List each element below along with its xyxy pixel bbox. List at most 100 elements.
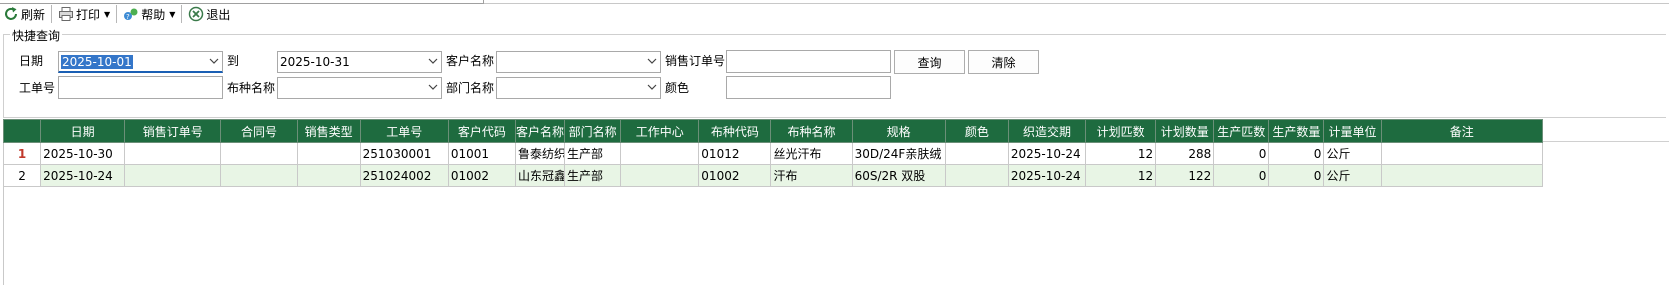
table-cell[interactable]: 2025-10-30	[40, 142, 126, 165]
row-number[interactable]: 1	[2, 142, 42, 165]
table-cell[interactable]	[296, 164, 361, 187]
date-from-value: 2025-10-01	[61, 54, 133, 69]
column-header[interactable]: 颜色	[944, 119, 1009, 143]
table-cell[interactable]: 12	[1085, 142, 1157, 165]
table-cell[interactable]: 122	[1155, 164, 1215, 187]
department-label: 部门名称	[446, 81, 495, 95]
table-cell[interactable]	[1380, 164, 1544, 187]
table-row[interactable]: 1 2025-10-30 251030001 01001 鲁泰纺织 生产部 01…	[2, 142, 1544, 165]
table-cell[interactable]: 01002	[698, 164, 772, 187]
table-cell[interactable]	[124, 142, 222, 165]
table-cell[interactable]: 0	[1268, 142, 1325, 165]
table-row[interactable]: 2 2025-10-24 251024002 01002 山东冠鑫 生产部 01…	[2, 164, 1544, 187]
column-header[interactable]: 计量单位	[1323, 119, 1382, 143]
column-header[interactable]: 生产数量	[1268, 119, 1325, 143]
table-cell[interactable]: 60S/2R 双股	[851, 164, 946, 187]
row-number[interactable]: 2	[2, 164, 42, 187]
exit-label: 退出	[206, 7, 231, 22]
color-input[interactable]	[726, 76, 891, 99]
chevron-down-icon[interactable]	[647, 82, 657, 92]
date-from-picker[interactable]: 2025-10-01	[58, 51, 223, 73]
column-header[interactable]: 客户代码	[447, 119, 516, 143]
chevron-down-icon[interactable]: ▼	[104, 10, 110, 19]
table-cell[interactable]: 288	[1155, 142, 1215, 165]
table-cell[interactable]	[620, 142, 700, 165]
department-select[interactable]	[496, 77, 661, 99]
chevron-down-icon[interactable]	[428, 82, 438, 92]
table-cell[interactable]: 30D/24F亲肤绒	[851, 142, 946, 165]
table-cell[interactable]: 鲁泰纺织	[514, 142, 566, 165]
table-cell[interactable]: 汗布	[770, 164, 853, 187]
column-header[interactable]: 合同号	[220, 119, 298, 143]
table-cell[interactable]: 0	[1213, 142, 1270, 165]
table-cell[interactable]: 公斤	[1323, 142, 1382, 165]
chevron-down-icon[interactable]	[209, 56, 219, 66]
table-cell[interactable]: 生产部	[564, 142, 622, 165]
work-order-label: 工单号	[19, 81, 56, 95]
toolbar-separator	[181, 5, 183, 23]
print-button[interactable]: 打印 ▼	[55, 4, 113, 24]
table-cell[interactable]: 251030001	[359, 142, 449, 165]
column-header[interactable]: 客户名称	[514, 119, 566, 143]
column-header[interactable]: 备注	[1380, 119, 1544, 143]
table-cell[interactable]: 公斤	[1323, 164, 1382, 187]
column-header[interactable]: 规格	[851, 119, 946, 143]
column-header[interactable]: 工单号	[359, 119, 449, 143]
table-cell[interactable]: 01002	[447, 164, 516, 187]
table-cell[interactable]: 01012	[698, 142, 772, 165]
chevron-down-icon[interactable]	[647, 56, 657, 66]
help-button[interactable]: ? 帮助 ▼	[120, 4, 178, 24]
table-cell[interactable]: 12	[1085, 164, 1157, 187]
table-cell[interactable]: 0	[1213, 164, 1270, 187]
table-cell[interactable]: 2025-10-24	[1007, 164, 1087, 187]
date-label: 日期	[19, 54, 44, 68]
clear-button[interactable]: 清除	[968, 50, 1039, 74]
date-to-picker[interactable]: 2025-10-31	[277, 51, 442, 73]
column-header[interactable]: 部门名称	[564, 119, 622, 143]
table-cell[interactable]: 2025-10-24	[40, 164, 126, 187]
work-order-input[interactable]	[58, 76, 223, 99]
table-cell[interactable]	[944, 164, 1009, 187]
column-header[interactable]: 计划匹数	[1085, 119, 1157, 143]
refresh-button[interactable]: 刷新	[0, 4, 48, 24]
date-to-value: 2025-10-31	[280, 55, 350, 69]
table-cell[interactable]	[1380, 142, 1544, 165]
table-cell[interactable]	[944, 142, 1009, 165]
table-cell[interactable]	[296, 142, 361, 165]
column-header[interactable]: 织造交期	[1007, 119, 1087, 143]
table-cell[interactable]: 01001	[447, 142, 516, 165]
toolbar-separator	[116, 5, 118, 23]
column-header[interactable]: 布种名称	[770, 119, 853, 143]
fabric-name-select[interactable]	[277, 77, 442, 99]
fabric-name-label: 布种名称	[227, 81, 276, 95]
grid-left-border	[3, 186, 4, 285]
table-cell[interactable]: 2025-10-24	[1007, 142, 1087, 165]
table-cell[interactable]	[220, 164, 298, 187]
column-header[interactable]: 布种代码	[698, 119, 772, 143]
svg-text:?: ?	[126, 13, 130, 21]
table-cell[interactable]: 丝光汗布	[770, 142, 853, 165]
table-cell[interactable]: 生产部	[564, 164, 622, 187]
query-button[interactable]: 查询	[894, 50, 965, 74]
table-cell[interactable]	[620, 164, 700, 187]
column-header[interactable]	[2, 119, 42, 143]
chevron-down-icon[interactable]	[428, 56, 438, 66]
column-header[interactable]: 销售订单号	[124, 119, 222, 143]
sales-order-input[interactable]	[726, 50, 891, 73]
table-cell[interactable]	[124, 164, 222, 187]
table-cell[interactable]: 山东冠鑫	[514, 164, 566, 187]
table-cell[interactable]	[220, 142, 298, 165]
exit-button[interactable]: 退出	[185, 4, 233, 24]
column-header[interactable]: 生产匹数	[1213, 119, 1270, 143]
to-label: 到	[227, 54, 240, 68]
table-cell[interactable]: 0	[1268, 164, 1325, 187]
quick-query-title: 快捷查询	[10, 27, 63, 44]
chevron-down-icon[interactable]: ▼	[169, 10, 175, 19]
column-header[interactable]: 工作中心	[620, 119, 700, 143]
customer-name-select[interactable]	[496, 51, 661, 73]
table-cell[interactable]: 251024002	[359, 164, 449, 187]
column-header[interactable]: 日期	[40, 119, 126, 143]
column-header[interactable]: 计划数量	[1155, 119, 1215, 143]
grid-header-row: 日期 销售订单号 合同号 销售类型 工单号 客户代码 客户名称 部门名称 工作中…	[2, 119, 1544, 143]
column-header[interactable]: 销售类型	[296, 119, 361, 143]
